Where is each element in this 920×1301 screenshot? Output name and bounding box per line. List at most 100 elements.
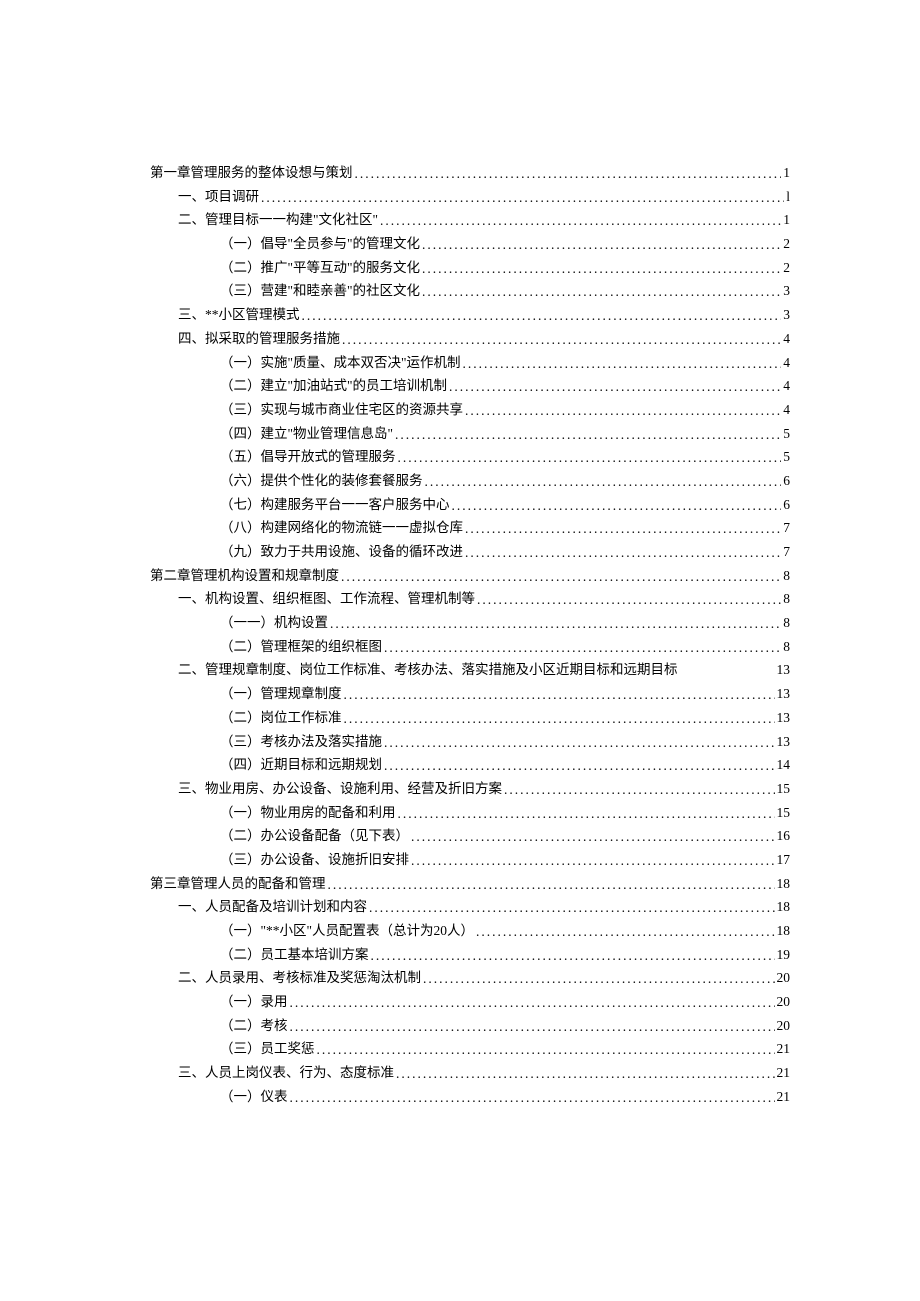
- toc-entry-page: 3: [783, 283, 790, 299]
- toc-entry: （六）提供个性化的装修套餐服务6: [150, 473, 790, 489]
- toc-entry: （三）员工奖惩 21: [150, 1041, 790, 1057]
- toc-leader-dots: [465, 521, 781, 537]
- toc-entry-page: 21: [777, 1041, 791, 1057]
- toc-entry-page: 20: [777, 970, 791, 986]
- toc-entry: 一、项目调研l: [150, 189, 790, 205]
- toc-entry-page: 6: [783, 497, 790, 513]
- toc-entry: 三、**小区管理模式3: [150, 307, 790, 323]
- toc-leader-dots: [452, 498, 782, 514]
- toc-leader-dots: [465, 545, 781, 561]
- toc-leader-dots: [261, 190, 784, 206]
- toc-entry: 三、人员上岗仪表、行为、态度标准21: [150, 1065, 790, 1081]
- toc-entry-title: （二）建立"加油站式"的员工培训机制: [220, 378, 447, 394]
- table-of-contents: 第一章管理服务的整体设想与策划1一、项目调研l二、管理目标一一构建"文化社区"1…: [150, 165, 790, 1105]
- toc-leader-dots: [476, 924, 774, 940]
- toc-leader-dots: [463, 356, 782, 372]
- toc-entry-page: 21: [777, 1089, 791, 1105]
- toc-entry: （一）实施"质量、成本双否决"运作机制4: [150, 355, 790, 371]
- toc-leader-dots: [290, 995, 775, 1011]
- toc-entry-title: （三）实现与城市商业住宅区的资源共享: [220, 402, 463, 418]
- toc-entry-page: 13: [777, 686, 791, 702]
- toc-entry: （二）考核 20: [150, 1018, 790, 1034]
- toc-leader-dots: [422, 284, 781, 300]
- toc-entry-title: （三）办公设备、设施折旧安排: [220, 852, 409, 868]
- toc-leader-dots: [477, 592, 781, 608]
- toc-entry: （九）致力于共用设施、设备的循环改进 7: [150, 544, 790, 560]
- toc-entry-title: （三）考核办法及落实措施: [220, 734, 382, 750]
- toc-entry-title: （四）近期目标和远期规划: [220, 757, 382, 773]
- toc-entry-title: 第二章管理机构设置和规章制度: [150, 568, 339, 584]
- toc-entry: 第一章管理服务的整体设想与策划1: [150, 165, 790, 181]
- toc-leader-dots: [344, 687, 775, 703]
- toc-leader-dots: [369, 900, 775, 916]
- toc-leader-dots: [330, 616, 781, 632]
- toc-leader-dots: [384, 758, 775, 774]
- toc-entry-title: （二）考核: [220, 1018, 288, 1034]
- toc-entry-title: 一、项目调研: [178, 189, 259, 205]
- toc-entry-page: 1: [783, 165, 790, 181]
- toc-entry: （一）物业用房的配备和利用 15: [150, 805, 790, 821]
- toc-leader-dots: [411, 853, 775, 869]
- toc-entry-title: （一）仪表: [220, 1089, 288, 1105]
- toc-leader-dots: [302, 308, 782, 324]
- toc-entry-page: 7: [783, 544, 790, 560]
- toc-entry: （二）建立"加油站式"的员工培训机制4: [150, 378, 790, 394]
- toc-entry-title: （三）员工奖惩: [220, 1041, 315, 1057]
- toc-entry: 三、物业用房、办公设备、设施利用、经营及折旧方案15: [150, 781, 790, 797]
- toc-entry: （七）构建服务平台一一客户服务中心6: [150, 497, 790, 513]
- toc-entry-title: （一）"**小区"人员配置表（总计为20人）: [220, 923, 474, 939]
- toc-entry-title: （一）实施"质量、成本双否决"运作机制: [220, 355, 461, 371]
- toc-entry-title: （一）倡导"全员参与"的管理文化: [220, 236, 420, 252]
- toc-entry: （一）"**小区"人员配置表（总计为20人） 18: [150, 923, 790, 939]
- toc-entry: （三）考核办法及落实措施 13: [150, 734, 790, 750]
- toc-entry-title: （五）倡导开放式的管理服务: [220, 449, 396, 465]
- toc-entry: 一、人员配备及培训计划和内容18: [150, 899, 790, 915]
- toc-entry-page: 5: [783, 449, 790, 465]
- toc-entry-page: 20: [777, 1018, 791, 1034]
- toc-entry-title: （三）营建"和睦亲善"的社区文化: [220, 283, 420, 299]
- toc-entry: （一）倡导"全员参与"的管理文化2: [150, 236, 790, 252]
- toc-entry-title: （一）物业用房的配备和利用: [220, 805, 396, 821]
- toc-entry: （一）管理规章制度 13: [150, 686, 790, 702]
- toc-entry-page: 15: [777, 805, 791, 821]
- toc-entry-page: 5: [783, 426, 790, 442]
- toc-entry-title: （二）推广"平等互动"的服务文化: [220, 260, 420, 276]
- toc-entry-title: （二）岗位工作标准: [220, 710, 342, 726]
- toc-entry-title: （八）构建网络化的物流链一一虚拟仓库: [220, 520, 463, 536]
- toc-entry-title: 一、机构设置、组织框图、工作流程、管理机制等: [178, 591, 475, 607]
- toc-entry-title: 三、物业用房、办公设备、设施利用、经营及折旧方案: [178, 781, 502, 797]
- toc-leader-dots: [423, 971, 775, 987]
- toc-leader-dots: [398, 450, 782, 466]
- toc-entry: （二）岗位工作标准13: [150, 710, 790, 726]
- toc-entry-title: 二、管理规章制度、岗位工作标准、考核办法、落实措施及小区近期目标和远期目标: [178, 662, 678, 678]
- toc-entry: 第二章管理机构设置和规章制度8: [150, 568, 790, 584]
- toc-entry: （二）员工基本培训方案19: [150, 947, 790, 963]
- toc-entry-page: 18: [777, 923, 791, 939]
- toc-entry-page: 4: [783, 402, 790, 418]
- toc-entry: 四、拟采取的管理服务措施4: [150, 331, 790, 347]
- toc-entry-title: 一、人员配备及培训计划和内容: [178, 899, 367, 915]
- toc-entry: 一、机构设置、组织框图、工作流程、管理机制等 8: [150, 591, 790, 607]
- toc-entry-page: 7: [783, 520, 790, 536]
- toc-entry-title: （一）管理规章制度: [220, 686, 342, 702]
- toc-entry-page: 8: [783, 591, 790, 607]
- toc-entry-title: 三、**小区管理模式: [178, 307, 300, 323]
- toc-leader-dots: [449, 379, 781, 395]
- toc-entry-page: 13: [777, 734, 791, 750]
- toc-leader-dots: [465, 403, 781, 419]
- toc-leader-dots: [395, 427, 781, 443]
- toc-entry-page: 14: [777, 757, 791, 773]
- toc-leader-dots: [380, 213, 781, 229]
- toc-leader-dots: [411, 829, 775, 845]
- toc-leader-dots: [290, 1019, 775, 1035]
- toc-entry-page: 20: [777, 994, 791, 1010]
- toc-entry-page: 1: [783, 212, 790, 228]
- toc-entry: 二、人员录用、考核标准及奖惩淘汰机制20: [150, 970, 790, 986]
- toc-entry: （四）近期目标和远期规划 14: [150, 757, 790, 773]
- toc-entry-page: 2: [783, 260, 790, 276]
- toc-leader-dots: [396, 1066, 775, 1082]
- toc-entry-title: （九）致力于共用设施、设备的循环改进: [220, 544, 463, 560]
- toc-entry: （一）仪表 21: [150, 1089, 790, 1105]
- toc-leader-dots: [425, 474, 782, 490]
- toc-leader-dots: [342, 332, 781, 348]
